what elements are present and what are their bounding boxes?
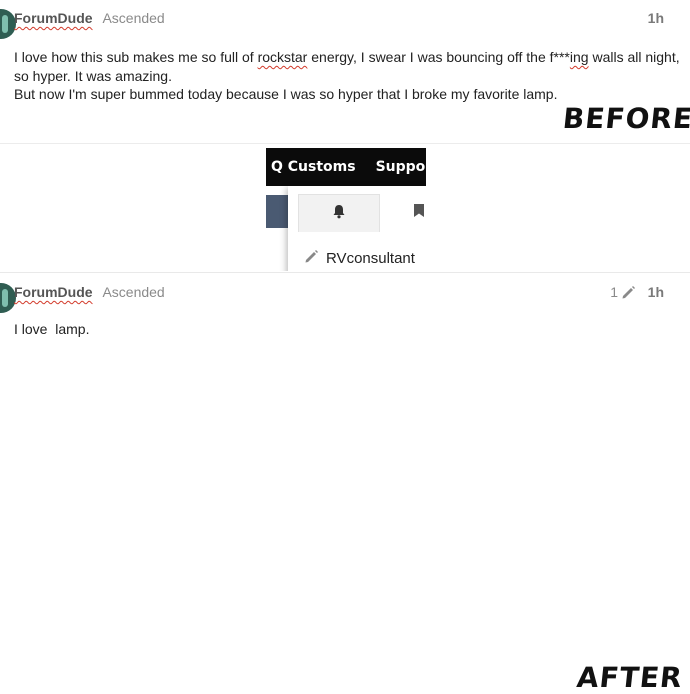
post-divider [0,143,690,144]
post-paragraph-1: I love how this sub makes me so full of … [14,48,684,85]
post-after: ForumDude Ascended 1 1h I love lamp. AFT… [0,272,690,694]
nav-item-q-customs[interactable]: Q Customs [271,159,356,175]
post-body: I love lamp. [14,321,90,337]
menu-username: RVconsultant [326,250,415,267]
username-link[interactable]: ForumDude [14,284,93,300]
user-menu-dropdown: RVconsultant [288,186,426,271]
bell-icon [332,204,346,224]
post-time[interactable]: 1h [648,10,664,26]
post-paragraph-2: But now I'm super bummed today because I… [14,86,558,102]
pencil-icon [621,285,636,300]
edit-count: 1 [610,284,618,300]
post-meta: ForumDude Ascended [14,284,165,300]
username-link[interactable]: ForumDude [14,10,93,26]
after-annotation: AFTER [575,661,685,694]
text-segment: I love how this sub makes me so full of [14,49,258,65]
post-meta: ForumDude Ascended [14,10,165,26]
spellcheck-word: ing [569,49,589,65]
before-annotation: BEFORE [561,102,690,135]
post-body: I love how this sub makes me so full of … [14,48,684,104]
user-group-title: Ascended [102,10,165,26]
edit-history-button[interactable]: 1 [610,284,636,300]
nav-bar: Q Customs Support [266,148,426,186]
notifications-tab[interactable] [298,194,380,232]
menu-user-row[interactable]: RVconsultant [304,249,415,268]
text-segment: energy, I swear I was bouncing off the f… [307,49,570,65]
pencil-icon [304,249,319,268]
post-before: ForumDude Ascended 1h I love how this su… [0,0,690,143]
bookmark-icon[interactable] [414,204,424,222]
spellcheck-word: rockstar [257,49,308,65]
embedded-screenshot: Q Customs Support RVconsu [266,148,426,271]
nav-item-support[interactable]: Support [376,159,426,175]
user-group-title: Ascended [102,284,165,300]
post-time[interactable]: 1h [648,284,664,300]
